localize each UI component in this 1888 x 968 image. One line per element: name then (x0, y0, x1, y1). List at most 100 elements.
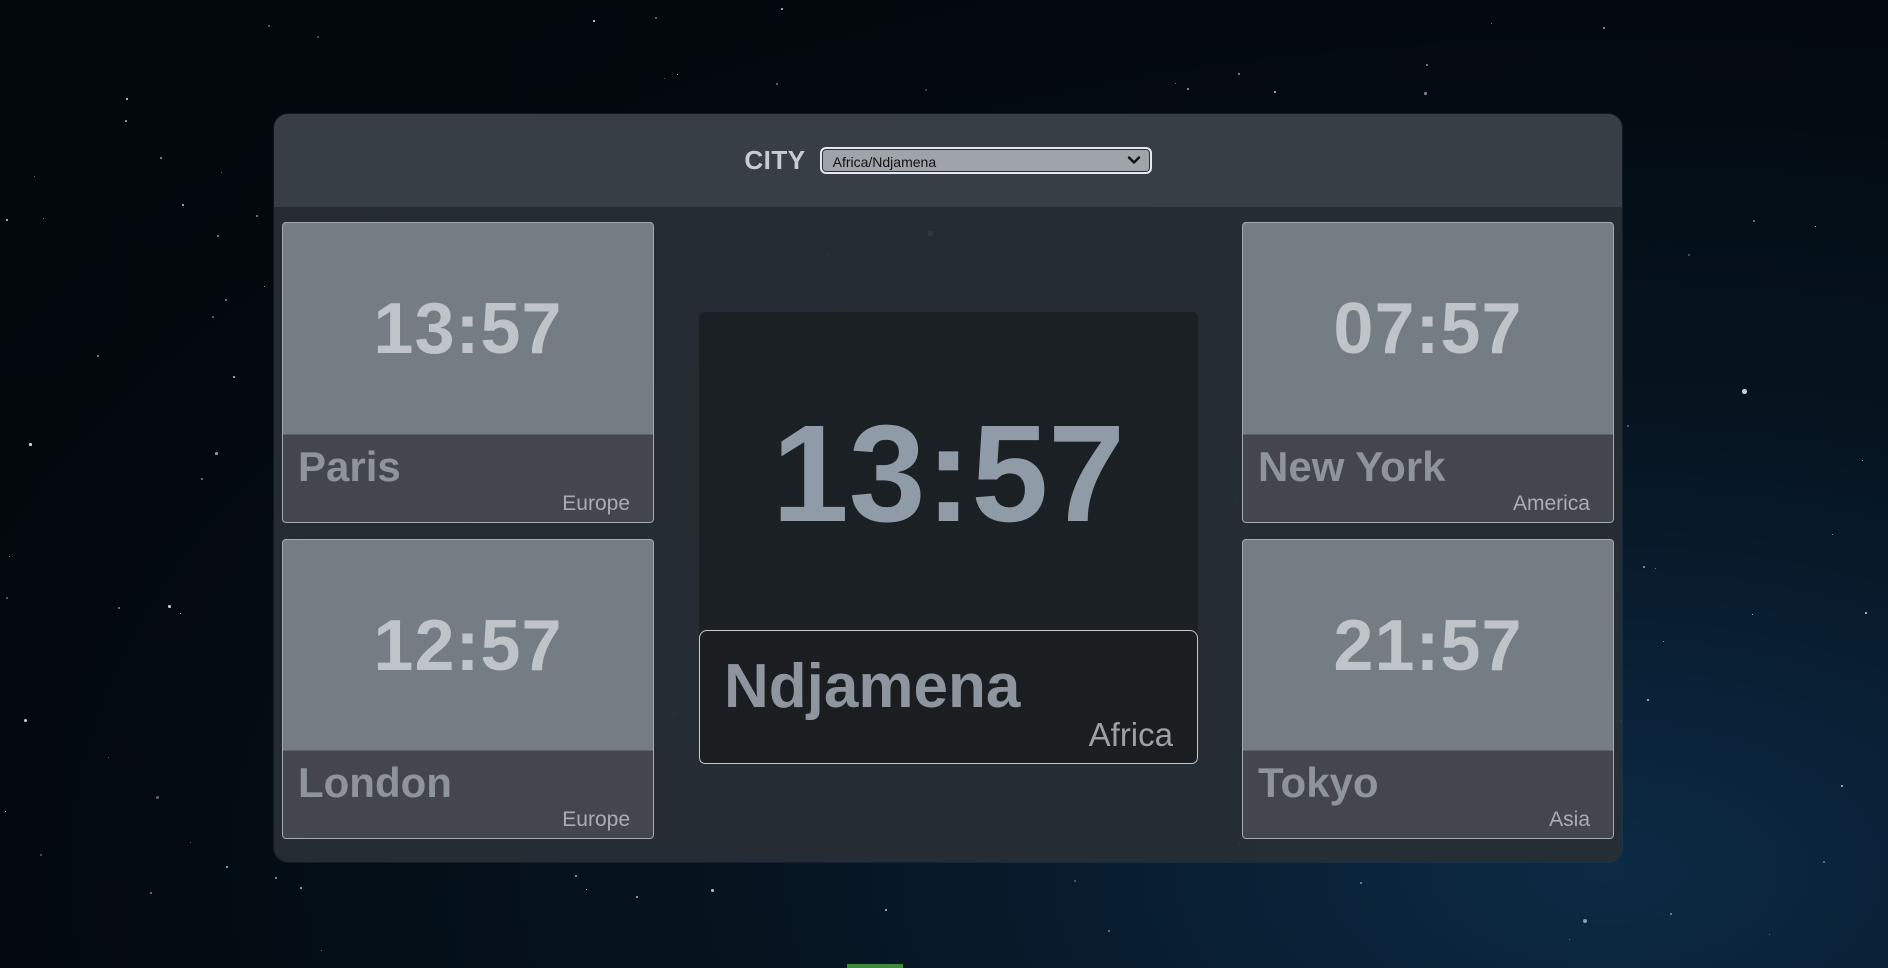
star (217, 235, 219, 237)
star (1752, 614, 1754, 616)
star (6, 597, 8, 599)
city-select-value: Africa/Ndjamena (832, 154, 937, 170)
star (5, 811, 7, 813)
star (1647, 699, 1649, 701)
star (1360, 882, 1363, 885)
star (636, 896, 639, 899)
clock-city: Paris (298, 443, 401, 490)
bottom-indicator (847, 964, 903, 968)
star (190, 842, 192, 844)
star (1603, 27, 1606, 30)
city-selector-bar: CITY Africa/Ndjamena (274, 114, 1622, 207)
star (1753, 220, 1756, 223)
clock-time: 13:57 (373, 289, 563, 369)
star (1491, 23, 1493, 25)
star (1832, 534, 1834, 536)
star (925, 89, 928, 92)
star (40, 854, 43, 857)
star (256, 215, 259, 218)
star (317, 36, 320, 39)
star (275, 877, 277, 879)
main-clock-region: Africa (1088, 716, 1173, 753)
star (160, 157, 162, 159)
star (221, 172, 223, 174)
star (1175, 83, 1176, 84)
clock-time: 21:57 (1333, 606, 1523, 686)
star (1862, 460, 1864, 462)
clock-region: Europe (562, 492, 630, 515)
star (1424, 92, 1427, 95)
star (1823, 861, 1826, 864)
star (268, 25, 270, 27)
star (781, 8, 783, 10)
star (1643, 566, 1645, 568)
clock-label: London Europe (283, 750, 653, 838)
star (125, 120, 127, 122)
clock-label: New York America (1243, 434, 1613, 522)
star (168, 605, 171, 608)
star (1655, 568, 1657, 570)
main-clock: 13:57 Ndjamena Africa (699, 312, 1198, 764)
clock-region: Asia (1549, 808, 1590, 831)
main-clock-city: Ndjamena (724, 652, 1021, 721)
star (180, 613, 181, 614)
star (233, 376, 235, 378)
star (182, 204, 185, 207)
star (1627, 425, 1629, 427)
star (1742, 389, 1747, 394)
star (1074, 880, 1077, 883)
star (1865, 612, 1867, 614)
star (885, 909, 887, 911)
star (1815, 226, 1817, 228)
star (1841, 785, 1843, 787)
star (1670, 913, 1672, 915)
star (118, 607, 120, 609)
clock-city: Tokyo (1258, 759, 1379, 806)
star (593, 20, 595, 22)
star (24, 719, 28, 723)
star (655, 17, 658, 20)
star (126, 98, 128, 100)
clock-card-new-york: 07:57 New York America (1242, 222, 1614, 523)
main-clock-time: 13:57 (772, 397, 1125, 551)
star (6, 219, 8, 221)
world-clock-panel: CITY Africa/Ndjamena 13:57 Paris Europe … (274, 114, 1622, 862)
star (1238, 73, 1241, 76)
star (575, 875, 578, 878)
star (226, 866, 228, 868)
star (212, 316, 214, 318)
chevron-down-icon (1127, 156, 1140, 164)
star (677, 74, 679, 76)
star (108, 757, 110, 759)
clock-card-paris: 13:57 Paris Europe (282, 222, 654, 523)
star (156, 796, 159, 799)
star (201, 478, 204, 481)
star (586, 889, 588, 891)
star (97, 355, 100, 358)
star (1274, 91, 1276, 93)
star (225, 299, 227, 301)
star (43, 218, 45, 220)
star (264, 286, 266, 288)
star (1688, 254, 1691, 257)
star (300, 887, 302, 889)
clock-time: 12:57 (373, 606, 563, 686)
clock-label: Tokyo Asia (1243, 750, 1613, 838)
star (34, 176, 35, 177)
city-select[interactable]: Africa/Ndjamena (819, 147, 1152, 174)
star (711, 889, 715, 893)
clock-time: 07:57 (1333, 289, 1523, 369)
clock-region: Europe (562, 808, 630, 831)
star (776, 83, 779, 86)
city-label: CITY (744, 145, 806, 175)
clock-city: London (298, 759, 452, 806)
star (1663, 641, 1665, 643)
clock-card-london: 12:57 London Europe (282, 539, 654, 839)
star (150, 892, 152, 894)
star (29, 443, 32, 446)
clock-label: Paris Europe (283, 434, 653, 522)
star (1187, 88, 1189, 90)
star (1769, 934, 1771, 936)
star (215, 452, 218, 455)
star (1569, 939, 1571, 941)
